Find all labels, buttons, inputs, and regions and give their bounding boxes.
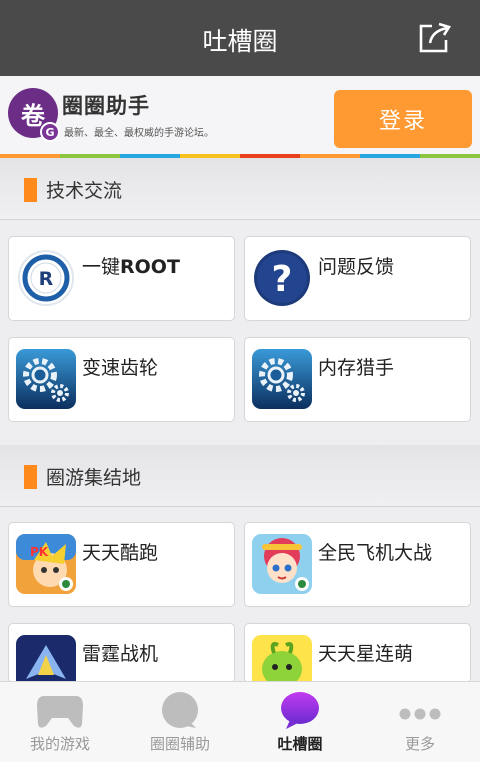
tab-my-games[interactable]: 我的游戏 <box>0 682 120 762</box>
game-cover-icon: PK <box>16 534 76 594</box>
card-game-tiantian-xinglianmeng[interactable]: 天天星连萌 <box>244 623 471 683</box>
card-feedback[interactable]: ? 问题反馈 <box>244 236 471 321</box>
brand-name: 圈圈助手 <box>62 94 150 118</box>
svg-text:PK: PK <box>30 545 49 559</box>
card-label: 内存猎手 <box>318 357 395 379</box>
login-button[interactable]: 登录 <box>334 90 472 148</box>
chat-bubble-icon <box>281 692 319 729</box>
logo-badge-icon: G <box>40 122 60 142</box>
svg-text:R: R <box>39 268 54 290</box>
card-game-tiantian-kupao[interactable]: PK 天天酷跑 <box>8 522 235 607</box>
more-dots-icon <box>399 708 441 720</box>
card-label: 全民飞机大战 <box>318 542 433 564</box>
brand-tagline: 最新、最全、最权威的手游论坛。 <box>64 128 214 139</box>
tab-label: 吐槽圈 <box>277 735 323 753</box>
card-label: 天天酷跑 <box>82 542 159 564</box>
svg-text:?: ? <box>272 259 293 300</box>
card-game-leiting-zhanji[interactable]: 雷霆战机 <box>8 623 235 683</box>
brand-banner: 卷 G 圈圈助手 最新、最全、最权威的手游论坛。 登录 <box>0 76 480 158</box>
card-game-quanmin-feiji[interactable]: 全民飞机大战 <box>244 522 471 607</box>
share-icon[interactable] <box>418 22 452 54</box>
bottom-tab-bar: 我的游戏 圈圈辅助 吐槽圈 更多 <box>0 681 480 762</box>
question-icon: ? <box>254 250 310 306</box>
gear-icon <box>252 349 312 409</box>
card-one-key-root[interactable]: R 一键ROOT <box>8 236 235 321</box>
card-speed-gear[interactable]: 变速齿轮 <box>8 337 235 422</box>
card-label: 一键ROOT <box>82 256 180 278</box>
tab-label: 圈圈辅助 <box>149 735 210 753</box>
section-marker <box>24 465 37 489</box>
title-bar: 吐槽圈 <box>0 0 480 76</box>
card-label: 天天星连萌 <box>318 643 414 665</box>
section-header-games: 圈游集结地 <box>0 445 480 507</box>
gamepad-icon <box>37 696 83 728</box>
gear-icon <box>16 349 76 409</box>
card-label: 雷霆战机 <box>82 643 159 665</box>
tab-circle-helper[interactable]: 圈圈辅助 <box>120 682 240 762</box>
section-title: 技术交流 <box>46 180 123 202</box>
game-cover-icon <box>252 534 312 594</box>
tab-more[interactable]: 更多 <box>360 682 480 762</box>
game-cover-icon <box>252 635 312 682</box>
card-memory-hunter[interactable]: 内存猎手 <box>244 337 471 422</box>
tab-label: 更多 <box>404 735 435 753</box>
root-icon: R <box>18 250 74 306</box>
page-title: 吐槽圈 <box>202 27 278 56</box>
tab-tucao-circle[interactable]: 吐槽圈 <box>240 682 360 762</box>
card-label: 变速齿轮 <box>82 357 159 379</box>
card-label: 问题反馈 <box>318 256 395 278</box>
circle-helper-icon <box>162 692 198 728</box>
section-marker <box>24 178 37 202</box>
game-cover-icon <box>16 635 76 682</box>
section-header-tech: 技术交流 <box>0 158 480 220</box>
section-title: 圈游集结地 <box>46 467 142 489</box>
tab-label: 我的游戏 <box>29 735 90 753</box>
